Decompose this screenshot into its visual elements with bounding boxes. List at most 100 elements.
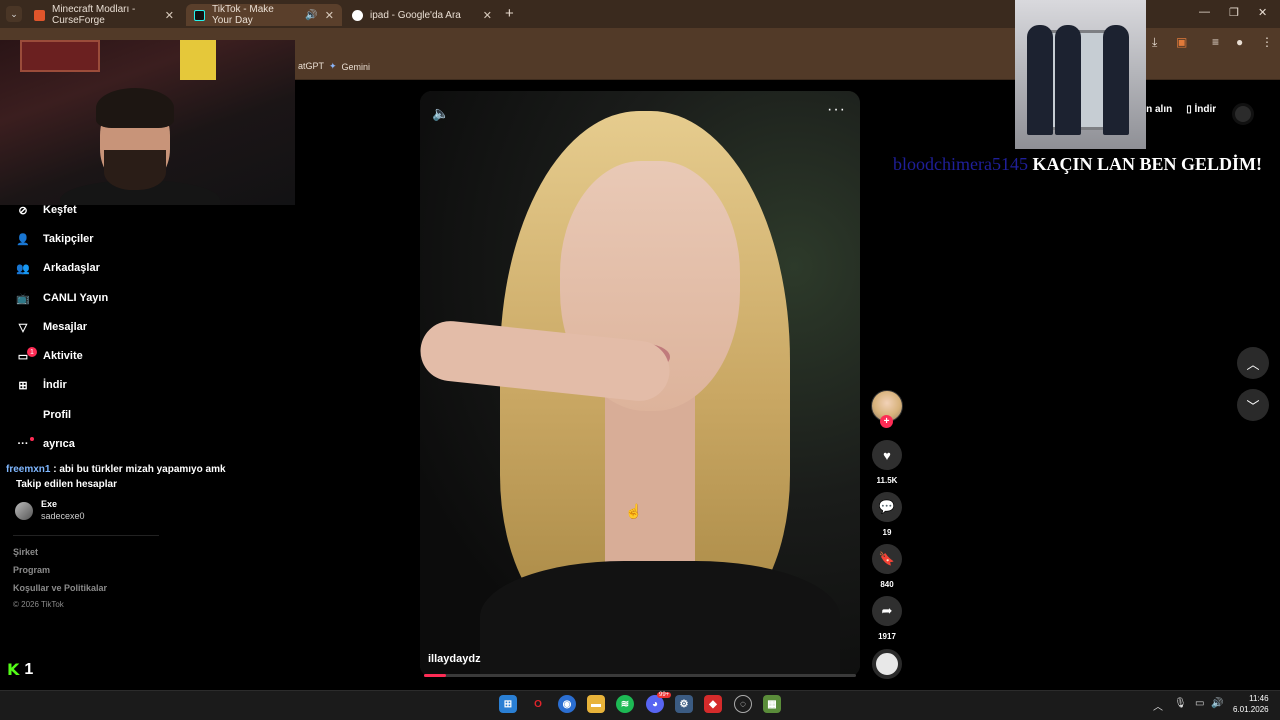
nav-label: Mesajlar: [43, 321, 88, 333]
kick-viewer-count: K 1: [7, 660, 33, 679]
divider: [13, 535, 159, 536]
comment-button[interactable]: 💬: [872, 492, 902, 522]
bookmark-label: atGPT: [298, 61, 325, 71]
sidebar-item-followers[interactable]: 👤 Takipçiler: [15, 231, 94, 247]
opera-icon[interactable]: O: [529, 695, 547, 713]
copyright: © 2026 TikTok: [13, 600, 64, 609]
avatar[interactable]: [15, 502, 33, 520]
more-options-icon[interactable]: ···: [827, 101, 846, 119]
tab-google[interactable]: ipad - Google'da Ara ✕: [344, 4, 500, 26]
file-explorer-icon[interactable]: ▬: [587, 695, 605, 713]
like-button[interactable]: ♥: [872, 440, 902, 470]
follow-button[interactable]: +: [880, 415, 893, 428]
volume-tray-icon[interactable]: 🔊: [1211, 698, 1223, 709]
menu-icon[interactable]: ⋮: [1261, 35, 1273, 49]
chrome-icon[interactable]: ◉: [558, 695, 576, 713]
footer-link-program[interactable]: Program: [13, 565, 50, 575]
header-actions: on alın ▯ İndir: [1140, 104, 1216, 115]
tray-chevron-icon[interactable]: ︿: [1153, 698, 1163, 713]
close-icon[interactable]: ✕: [165, 9, 174, 22]
send-icon: ▽: [18, 321, 28, 334]
profile-icon[interactable]: ●: [1236, 35, 1243, 49]
nav-label: Arkadaşlar: [43, 262, 100, 274]
obs-icon[interactable]: ◌: [734, 695, 752, 713]
save-button[interactable]: 🔖: [872, 544, 902, 574]
live-tv-icon: 📺: [16, 292, 30, 305]
sidebar-item-activity[interactable]: ▭ Aktivite: [15, 348, 83, 364]
clock-time: 11:46: [1249, 694, 1269, 703]
download-link[interactable]: ▯ İndir: [1186, 104, 1216, 115]
volume-icon[interactable]: 🔈: [432, 105, 449, 122]
window-close-icon[interactable]: ✕: [1258, 6, 1267, 19]
download-plus-icon: ⊞: [18, 379, 28, 392]
restore-icon[interactable]: ❐: [1229, 6, 1239, 19]
nav-label: CANLI Yayın: [43, 292, 109, 304]
more-dots-icon: ···: [17, 438, 29, 450]
nav-label: Takipçiler: [43, 233, 94, 245]
system-clock[interactable]: 11:46 6.01.2026: [1233, 693, 1269, 715]
nav-label: Keşfet: [43, 204, 77, 216]
start-icon[interactable]: ⊞: [499, 695, 517, 713]
mouse-cursor-icon: ☝: [625, 503, 643, 519]
music-disc[interactable]: [872, 649, 902, 679]
share-button[interactable]: ➦: [872, 596, 902, 626]
account-name[interactable]: Exe: [41, 499, 57, 509]
next-video-button[interactable]: ﹀: [1237, 389, 1269, 421]
minecraft-icon[interactable]: ▦: [763, 695, 781, 713]
comment-count: 19: [882, 528, 892, 537]
phone-icon: ▯: [1186, 104, 1195, 115]
new-tab-button[interactable]: +: [505, 5, 514, 22]
close-icon[interactable]: ✕: [325, 9, 334, 22]
video-author[interactable]: illaydaydz: [428, 653, 481, 665]
footer-link-terms[interactable]: Koşullar ve Politikalar: [13, 583, 107, 593]
network-icon[interactable]: ▭: [1195, 698, 1204, 709]
sidebar-item-more[interactable]: ··· ayrıca: [15, 436, 75, 452]
sidebar-item-friends[interactable]: 👥 Arkadaşlar: [15, 260, 100, 276]
activity-badge: 1: [27, 347, 37, 357]
profile-avatar[interactable]: [1232, 103, 1254, 125]
media-controls-icon[interactable]: ≡: [1212, 35, 1219, 49]
friends-icon: 👥: [16, 262, 30, 275]
steam-icon[interactable]: ⚙: [675, 695, 693, 713]
video-player[interactable]: 🔈 ··· illaydaydz: [420, 91, 860, 677]
speaker-icon[interactable]: 🔊: [305, 10, 317, 21]
footer-link-company[interactable]: Şirket: [13, 547, 38, 557]
sidebar-item-messages[interactable]: ▽ Mesajlar: [15, 319, 87, 335]
following-accounts-title: Takip edilen hesaplar: [16, 479, 117, 490]
tab-search-button[interactable]: ⌄: [6, 6, 22, 22]
tab-title: TikTok - Make Your Day: [212, 4, 274, 26]
sidebar-item-live[interactable]: 📺 CANLI Yayın: [15, 290, 108, 306]
video-progress-fill: [424, 674, 446, 677]
heart-icon: ♥: [883, 447, 891, 463]
sidebar-item-profile[interactable]: Profil: [15, 407, 71, 423]
close-icon[interactable]: ✕: [483, 9, 492, 22]
app-icon[interactable]: ◆: [704, 695, 722, 713]
sidebar-item-download[interactable]: ⊞ İndir: [15, 377, 67, 393]
nav-label: Aktivite: [43, 350, 83, 362]
more-notification-dot: [30, 437, 34, 441]
bookmark-chatgpt[interactable]: atGPT: [298, 61, 324, 71]
previous-video-button[interactable]: ︿: [1237, 347, 1269, 379]
save-count: 840: [880, 580, 894, 589]
downloads-icon[interactable]: ⤓: [1152, 35, 1157, 50]
microphone-icon[interactable]: 🎙: [1174, 698, 1187, 709]
share-count: 1917: [878, 632, 896, 641]
chat-message: KAÇIN LAN BEN GELDİM!: [1032, 154, 1262, 174]
spotify-icon[interactable]: ≋: [616, 695, 634, 713]
tab-title: ipad - Google'da Ara: [370, 9, 461, 21]
tab-curseforge[interactable]: Minecraft Modları - CurseForge ✕: [26, 4, 182, 26]
clock-date: 6.01.2026: [1233, 705, 1269, 714]
bookmark-label: Gemini: [341, 61, 371, 72]
translate-icon[interactable]: ▣: [1176, 35, 1187, 49]
minimize-icon[interactable]: —: [1199, 6, 1210, 18]
video-progress-bar[interactable]: [424, 674, 856, 677]
nav-label: ayrıca: [43, 438, 75, 450]
account-handle[interactable]: sadecexe0: [41, 511, 85, 521]
download-label: İndir: [1194, 104, 1217, 115]
chevron-up-icon: ︿: [1246, 356, 1260, 372]
google-icon: [352, 9, 363, 21]
tab-tiktok[interactable]: TikTok - Make Your Day 🔊 ✕: [186, 4, 342, 26]
bookmark-gemini[interactable]: ✦ Gemini: [329, 61, 370, 72]
nav-label: İndir: [43, 379, 67, 391]
curseforge-icon: [34, 9, 45, 21]
